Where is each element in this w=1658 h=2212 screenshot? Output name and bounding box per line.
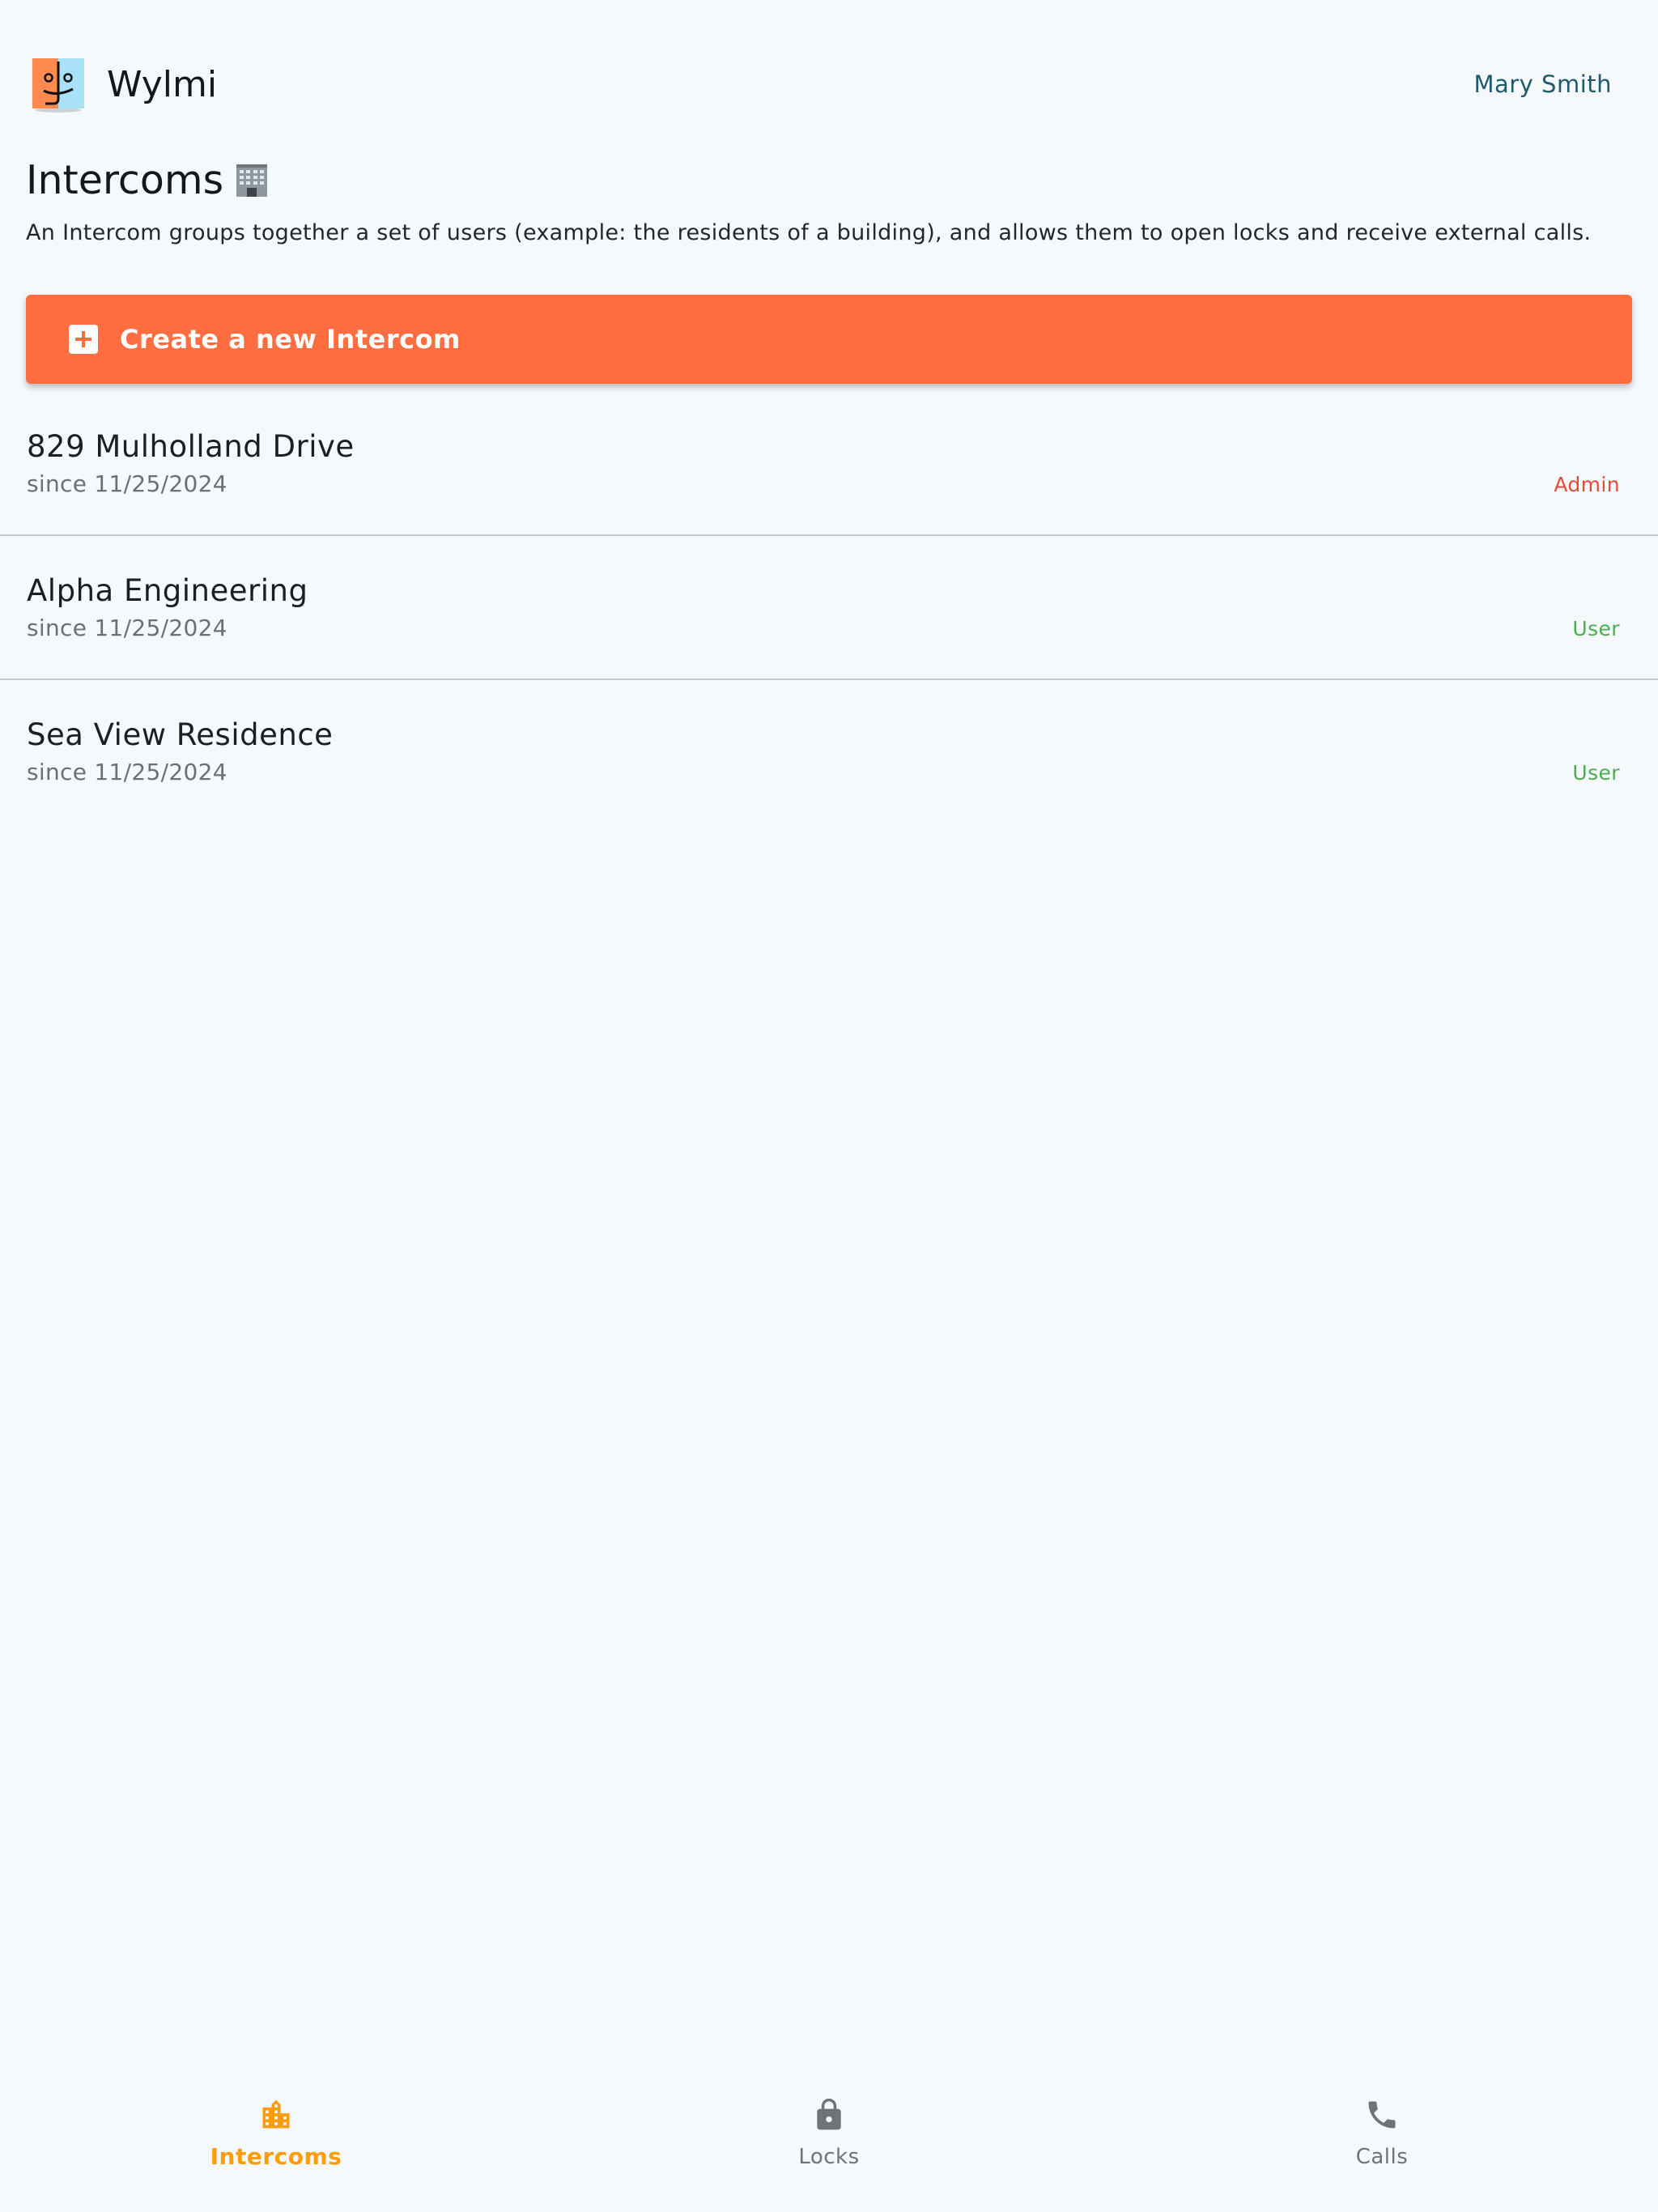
nav-tab-locks[interactable]: Locks xyxy=(553,2073,1105,2212)
page-title-text: Intercoms xyxy=(26,157,224,203)
create-intercom-label: Create a new Intercom xyxy=(120,324,461,355)
wylmi-logo-icon xyxy=(32,58,84,113)
nav-label-locks: Locks xyxy=(798,2145,860,2169)
nav-label-calls: Calls xyxy=(1355,2145,1409,2169)
intercom-list-item[interactable]: Alpha Engineering since 11/25/2024 User xyxy=(0,536,1658,680)
intercom-since: since 11/25/2024 xyxy=(27,470,227,497)
page-description: An Intercom groups together a set of use… xyxy=(26,220,1592,245)
app-name: Wylmi xyxy=(107,64,218,105)
intercom-list: 829 Mulholland Drive since 11/25/2024 Ad… xyxy=(0,392,1658,823)
nav-tab-calls[interactable]: Calls xyxy=(1106,2073,1658,2212)
intercom-name: Sea View Residence xyxy=(27,717,334,752)
role-badge: User xyxy=(1572,761,1620,785)
building-icon xyxy=(262,2099,290,2129)
user-name-link[interactable]: Mary Smith xyxy=(1473,66,1612,102)
phone-icon xyxy=(1368,2101,1396,2129)
intercom-name: 829 Mulholland Drive xyxy=(27,429,355,464)
nav-label-intercoms: Intercoms xyxy=(210,2143,342,2170)
intercom-since: since 11/25/2024 xyxy=(27,759,227,785)
plus-box-icon xyxy=(69,325,98,354)
lock-icon xyxy=(817,2098,841,2130)
page-title: Intercoms xyxy=(26,152,269,209)
role-badge: Admin xyxy=(1554,473,1620,496)
bottom-navigation: Intercoms Locks Calls xyxy=(0,2073,1658,2212)
intercom-since: since 11/25/2024 xyxy=(27,615,227,641)
app-header: Wylmi Mary Smith xyxy=(0,0,1658,170)
intercom-list-item[interactable]: Sea View Residence since 11/25/2024 User xyxy=(0,680,1658,823)
role-badge: User xyxy=(1572,617,1620,640)
nav-tab-intercoms[interactable]: Intercoms xyxy=(0,2073,552,2212)
create-intercom-button[interactable]: Create a new Intercom xyxy=(26,295,1632,384)
office-building-icon xyxy=(236,164,268,197)
intercom-name: Alpha Engineering xyxy=(27,573,308,608)
intercom-list-item[interactable]: 829 Mulholland Drive since 11/25/2024 Ad… xyxy=(0,392,1658,536)
